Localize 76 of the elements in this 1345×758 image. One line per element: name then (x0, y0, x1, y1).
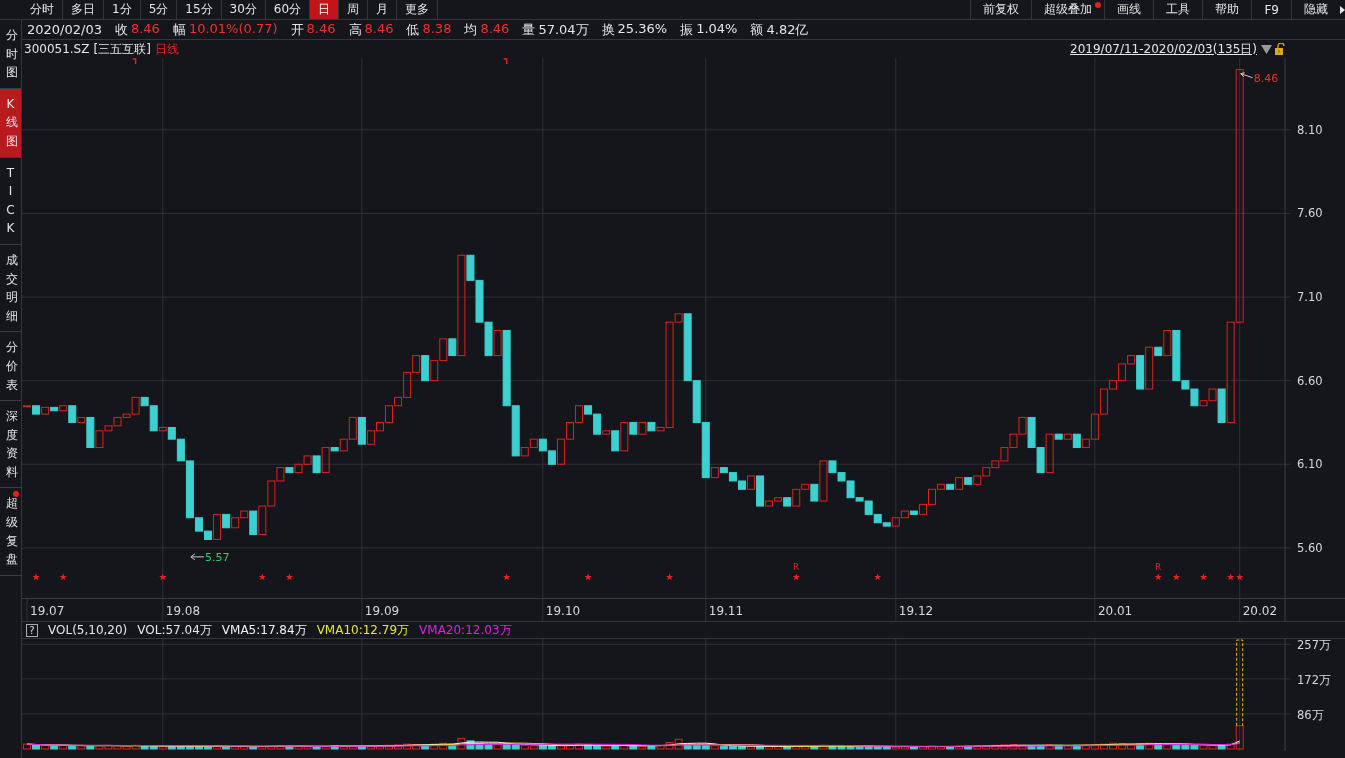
sidebar-item[interactable]: 深度资料 (0, 401, 21, 489)
indicator-legend: VMA10:12.79万 (316, 621, 410, 639)
quote-value: 1.04% (696, 20, 738, 38)
event-label: R (1155, 562, 1162, 572)
period-tab[interactable]: 更多 (397, 0, 439, 19)
quote-value: 8.46 (130, 20, 160, 38)
sidebar-item[interactable]: 超级复盘 (0, 488, 21, 576)
help-button[interactable]: ? (26, 623, 38, 637)
indicator-legend: VOL:57.04万 (137, 621, 212, 639)
quote-value: 10.01%(0.77) (188, 20, 278, 38)
sidebar-item[interactable]: K线图 (0, 88, 21, 158)
quote-label: 收 (114, 20, 128, 39)
quote-label: 额 (750, 20, 764, 39)
quote-label: 换 (601, 20, 615, 39)
date-axis-label: 19.11 (708, 604, 744, 618)
quote-label: 均 (464, 20, 478, 39)
quote-date: 2020/02/03 (27, 22, 102, 37)
quote-label: 幅 (172, 20, 186, 39)
toolbar-button[interactable]: 超级叠加 (1031, 0, 1105, 19)
date-axis-label: 20.01 (1097, 604, 1133, 618)
indicator-legend: VMA20:12.03万 (419, 621, 512, 639)
period-tab[interactable]: 30分 (221, 0, 266, 19)
period-tab[interactable]: 多日 (63, 0, 104, 19)
date-range-link[interactable]: 2019/07/11-2020/02/03(135日) (1070, 40, 1257, 58)
quote-value: 4.82亿 (766, 20, 809, 39)
toolbar-button[interactable]: 工具 (1153, 0, 1203, 19)
period-tab[interactable]: 日 (310, 0, 340, 19)
sidebar-item[interactable]: 成交明细 (0, 244, 21, 333)
toolbar-button[interactable]: F9 (1251, 0, 1291, 19)
indicator-legend: VMA5:17.84万 (221, 621, 307, 639)
volume-axis-label: 86万 (1297, 707, 1324, 722)
indicator-legend: VOL(5,10,20) (48, 623, 128, 637)
sidebar-item[interactable]: TICK (0, 157, 21, 245)
period-label: 日线 (154, 40, 179, 58)
volume-axis-label: 172万 (1297, 672, 1331, 687)
period-tab[interactable]: 分时 (22, 0, 63, 19)
toolbar-button[interactable]: 隐藏 (1291, 0, 1340, 19)
date-axis-label: 19.09 (364, 604, 400, 618)
toolbar-button[interactable]: 帮助 (1202, 0, 1252, 19)
toolbar-button[interactable]: 画线 (1104, 0, 1154, 19)
period-tab[interactable]: 1分 (104, 0, 141, 19)
date-axis-label: 19.12 (898, 604, 934, 618)
period-tab[interactable]: 周 (339, 0, 369, 19)
date-axis-label: 19.08 (165, 604, 201, 618)
date-axis-label: 19.07 (30, 604, 65, 618)
stock-name: [三五互联] (93, 40, 151, 58)
date-axis-label: 20.02 (1242, 604, 1278, 618)
quote-label: 量 (522, 20, 536, 39)
volume-axis-label: 257万 (1297, 639, 1331, 653)
quote-value: 25.36% (617, 20, 668, 38)
price-axis-label: 5.60 (1297, 540, 1323, 555)
price-axis-label: 6.10 (1297, 457, 1323, 472)
period-tab[interactable]: 月 (368, 0, 398, 19)
quote-label: 振 (680, 20, 694, 39)
toolbar-button[interactable]: 前复权 (970, 0, 1032, 19)
price-axis-label: 7.60 (1297, 206, 1323, 221)
quote-label: 低 (406, 20, 420, 39)
quote-value: 8.46 (364, 20, 394, 38)
quote-label: 高 (348, 20, 362, 39)
quote-value: 57.04万 (538, 20, 589, 39)
low-price-label: 5.57 (204, 550, 230, 564)
period-tab[interactable]: 15分 (177, 0, 222, 19)
price-axis-label: 8.10 (1297, 122, 1323, 137)
stock-code: 300051.SZ (24, 42, 90, 56)
sidebar-item[interactable]: 分时图 (0, 20, 21, 89)
quote-label: 开 (290, 20, 304, 39)
quote-value: 8.38 (422, 20, 452, 38)
price-axis-label: 7.10 (1297, 290, 1323, 305)
date-axis-label: 19.10 (545, 604, 581, 618)
sidebar-item[interactable]: 分价表 (0, 332, 21, 402)
event-label: R (793, 562, 800, 572)
quote-value: 8.46 (306, 20, 336, 38)
period-tab[interactable]: 5分 (140, 0, 178, 19)
price-axis-label: 6.60 (1297, 373, 1323, 388)
quote-value: 8.46 (480, 20, 510, 38)
high-price-label: 8.46 (1253, 71, 1279, 85)
